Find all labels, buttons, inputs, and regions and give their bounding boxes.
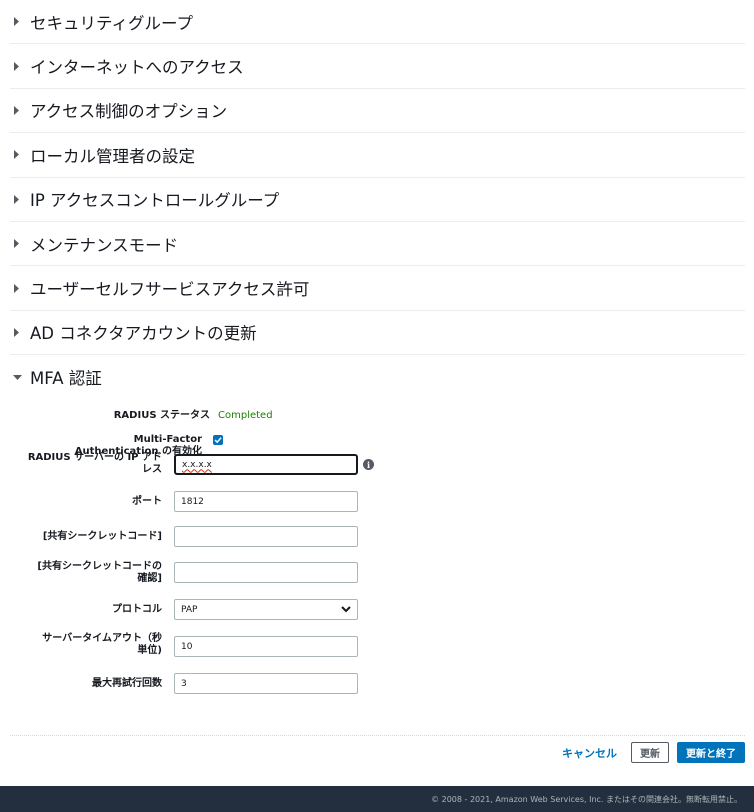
max-retries-input[interactable]: 3: [174, 673, 358, 694]
section-local-admin-settings[interactable]: ローカル管理者の設定: [10, 133, 745, 178]
server-timeout-input[interactable]: 10: [174, 636, 358, 657]
section-title: AD コネクタアカウントの更新: [30, 324, 257, 344]
shared-secret-confirm-label: [共有シークレットコードの 確認]: [37, 561, 162, 584]
port-input[interactable]: 1812: [174, 491, 358, 512]
shared-secret-input[interactable]: [174, 526, 358, 547]
section-title: セキュリティグループ: [30, 13, 194, 33]
cancel-button[interactable]: キャンセル: [556, 745, 623, 761]
caret-right-icon: [10, 194, 30, 204]
protocol-label: プロトコル: [112, 604, 162, 615]
caret-right-icon: [10, 327, 30, 337]
caret-right-icon: [10, 105, 30, 115]
section-title: IP アクセスコントロールグループ: [30, 191, 280, 211]
server-timeout-label: サーバータイムアウト（秒 単位): [42, 633, 162, 656]
update-button[interactable]: 更新: [631, 742, 669, 763]
page-footer: © 2008 - 2021, Amazon Web Services, Inc.…: [0, 786, 754, 812]
radius-status-value: Completed: [218, 410, 273, 421]
shared-secret-label: [共有シークレットコード]: [42, 531, 162, 542]
section-access-control-options[interactable]: アクセス制御のオプション: [10, 89, 745, 134]
section-title: ユーザーセルフサービスアクセス許可: [30, 280, 310, 300]
caret-right-icon: [10, 239, 30, 249]
section-security-groups[interactable]: セキュリティグループ: [10, 0, 745, 45]
form-actions: キャンセル 更新 更新と終了: [556, 742, 745, 763]
info-icon[interactable]: i: [363, 459, 374, 470]
server-ip-input[interactable]: x.x.x.x: [174, 454, 358, 475]
settings-sections: セキュリティグループ インターネットへのアクセス アクセス制御のオプション ロー…: [10, 0, 745, 400]
caret-right-icon: [10, 283, 30, 293]
section-mfa[interactable]: MFA 認証: [10, 355, 745, 399]
caret-down-icon: [10, 374, 30, 381]
section-title: メンテナンスモード: [30, 235, 179, 255]
copyright-text: © 2008 - 2021, Amazon Web Services, Inc.…: [431, 794, 742, 804]
mfa-enable-checkbox[interactable]: [213, 435, 223, 445]
update-and-close-button[interactable]: 更新と終了: [677, 742, 745, 763]
section-maintenance-mode[interactable]: メンテナンスモード: [10, 222, 745, 267]
section-ad-connector-account[interactable]: AD コネクタアカウントの更新: [10, 311, 745, 356]
max-retries-label: 最大再試行回数: [92, 678, 162, 689]
protocol-select[interactable]: PAP: [174, 599, 358, 620]
caret-right-icon: [10, 61, 30, 71]
section-title: アクセス制御のオプション: [30, 102, 228, 122]
section-ip-access-control-groups[interactable]: IP アクセスコントロールグループ: [10, 178, 745, 222]
section-title: ローカル管理者の設定: [30, 146, 195, 166]
chevron-down-icon: [341, 606, 351, 613]
shared-secret-confirm-input[interactable]: [174, 562, 358, 583]
actions-divider: [10, 735, 745, 736]
section-internet-access[interactable]: インターネットへのアクセス: [10, 44, 745, 89]
caret-right-icon: [10, 150, 30, 160]
server-ip-label: RADIUS サーバーの IP アド レス: [27, 452, 162, 475]
radius-status-label: RADIUS ステータス: [113, 410, 210, 421]
section-title: MFA 認証: [30, 369, 102, 389]
port-label: ポート: [132, 496, 162, 507]
caret-right-icon: [10, 17, 30, 27]
checkmark-icon: [214, 437, 222, 444]
section-title: インターネットへのアクセス: [30, 58, 244, 78]
section-user-self-service[interactable]: ユーザーセルフサービスアクセス許可: [10, 266, 745, 311]
